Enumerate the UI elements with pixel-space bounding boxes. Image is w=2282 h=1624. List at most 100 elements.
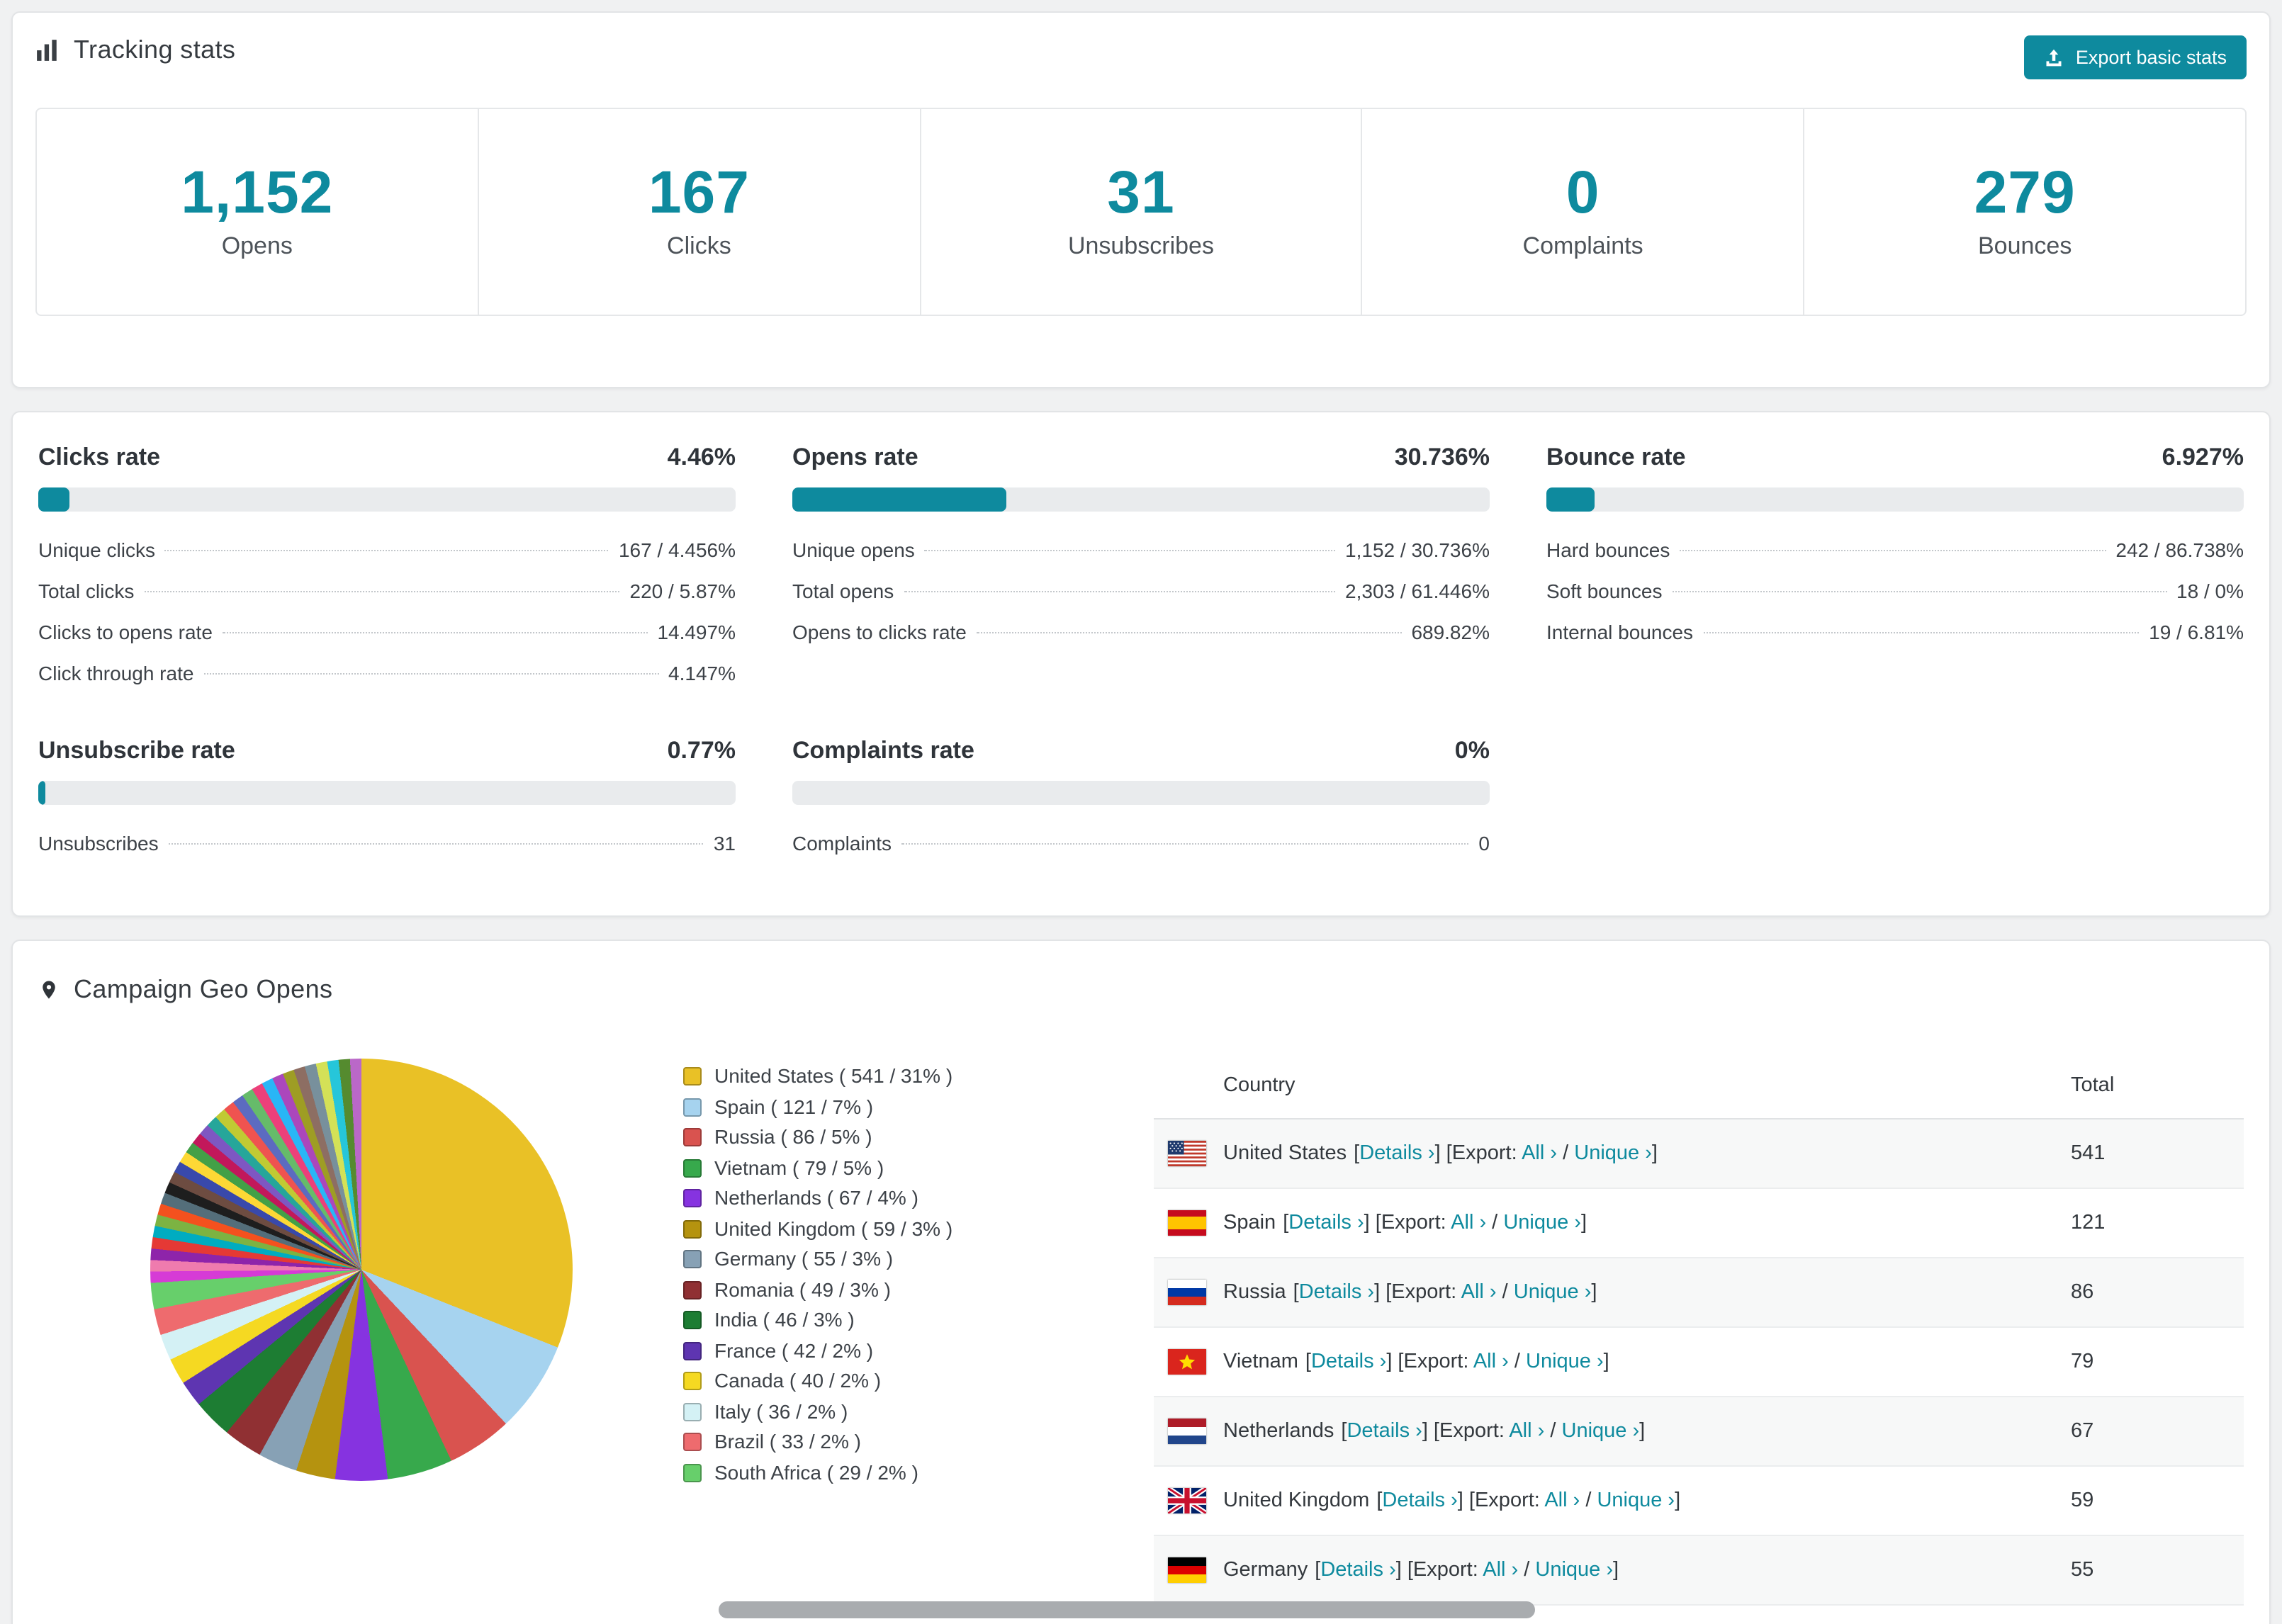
metric-label: Click through rate [38,662,194,684]
export-button-label: Export basic stats [2075,47,2227,68]
metric-value: 4.147% [668,662,736,684]
stat-value: 1,152 [181,159,334,225]
metric-value: 18 / 0% [2176,580,2244,602]
metric-row-total-opens: Total opens 2,303 / 61.446% [792,571,1490,612]
rate-title: Clicks rate [38,444,160,470]
metric-row-complaints: Complaints 0 [792,823,1490,864]
country-total: 79 [2057,1327,2244,1397]
stat-value: 31 [1107,159,1175,225]
dotted-leader [164,550,609,551]
export-all-link[interactable]: All › [1451,1212,1486,1234]
geo-opens-card: Campaign Geo Opens United States ( 541 /… [11,940,2271,1624]
rate-panel-clicks-rate: Clicks rate 4.46% Unique clicks 167 / 4.456… [38,444,736,694]
stat-value: 0 [1566,159,1600,225]
legend-label: France ( 42 / 2% ) [714,1338,874,1361]
export-unique-link[interactable]: Unique › [1514,1281,1592,1304]
geo-table-row-netherlands: Netherlands [Details ›] [Export: All › / … [1154,1397,2244,1467]
details-link[interactable]: Details › [1382,1489,1457,1512]
export-all-link[interactable]: All › [1522,1142,1557,1165]
export-unique-link[interactable]: Unique › [1526,1350,1604,1373]
export-all-link[interactable]: All › [1473,1350,1509,1373]
geo-table: Country Total United States [Details ›] [… [1154,1053,2244,1606]
export-unique-link[interactable]: Unique › [1597,1489,1675,1512]
legend-item-united-states: United States ( 541 / 31% ) [683,1061,1154,1092]
export-unique-link[interactable]: Unique › [1562,1420,1640,1443]
country-column-header: Country [1154,1053,2057,1120]
horizontal-scrollbar-thumb[interactable] [719,1601,1535,1618]
dotted-leader [1672,591,2167,592]
geo-table-row-united-states: United States [Details ›] [Export: All › … [1154,1119,2244,1189]
export-label: Export: [1403,1350,1473,1373]
progress-bar [38,487,736,512]
metric-label: Soft bounces [1546,580,1663,602]
stat-box-unsubscribes: 31 Unsubscribes [921,109,1363,315]
geo-pie-chart [150,1059,572,1481]
export-unique-link[interactable]: Unique › [1503,1212,1581,1234]
dotted-leader [1703,632,2140,633]
map-pin-icon [38,976,60,1003]
rate-value: 6.927% [2162,444,2244,470]
stat-box-bounces: 279 Bounces [1804,109,2245,315]
metric-label: Clicks to opens rate [38,621,213,643]
metric-value: 1,152 / 30.736% [1345,538,1490,561]
country-links: [Details ›] [Export: All › / Unique ›] [1341,1420,1646,1443]
details-link[interactable]: Details › [1320,1559,1395,1581]
flag-gb-icon [1168,1488,1206,1513]
export-unique-link[interactable]: Unique › [1574,1142,1652,1165]
metric-value: 689.82% [1411,621,1490,643]
details-link[interactable]: Details › [1311,1350,1386,1373]
geo-table-header-row: Country Total [1154,1053,2244,1120]
rate-title: Complaints rate [792,737,974,764]
country-name: Germany [1223,1559,1308,1581]
legend-item-united-kingdom: United Kingdom ( 59 / 3% ) [683,1214,1154,1244]
export-basic-stats-button[interactable]: Export basic stats [2024,35,2247,79]
country-total: 121 [2057,1188,2244,1258]
details-link[interactable]: Details › [1288,1212,1364,1234]
stat-label: Unsubscribes [1067,232,1214,259]
legend-item-italy: Italy ( 36 / 2% ) [683,1397,1154,1427]
rate-title: Unsubscribe rate [38,737,235,764]
legend-swatch [683,1433,702,1452]
geo-table-wrap: Country Total United States [Details ›] [… [1154,1053,2244,1606]
geo-table-row-vietnam: Vietnam [Details ›] [Export: All › / Uniq… [1154,1327,2244,1397]
legend-label: Italy ( 36 / 2% ) [714,1399,848,1422]
legend-swatch [683,1311,702,1330]
progress-fill [792,487,1007,512]
metric-row-click-through-rate: Click through rate 4.147% [38,653,736,694]
flag-ru-icon [1168,1280,1206,1305]
metric-label: Unsubscribes [38,832,159,855]
legend-label: United States ( 541 / 31% ) [714,1064,953,1087]
export-label: Export: [1391,1281,1461,1304]
country-links: [Details ›] [Export: All › / Unique ›] [1354,1142,1658,1165]
export-all-link[interactable]: All › [1461,1281,1497,1304]
details-link[interactable]: Details › [1359,1142,1434,1165]
country-total: 67 [2057,1397,2244,1467]
export-label: Export: [1412,1559,1483,1581]
legend-item-vietnam: Vietnam ( 79 / 5% ) [683,1153,1154,1183]
export-all-link[interactable]: All › [1483,1559,1518,1581]
details-link[interactable]: Details › [1299,1281,1374,1304]
country-name: Vietnam [1223,1350,1298,1373]
tracking-stats-card: Tracking stats Export basic stats 1,152 O… [11,11,2271,388]
export-all-link[interactable]: All › [1509,1420,1544,1443]
export-unique-link[interactable]: Unique › [1535,1559,1613,1581]
rates-card: Clicks rate 4.46% Unique clicks 167 / 4.456… [11,411,2271,917]
page: Tracking stats Export basic stats 1,152 O… [0,0,2282,1624]
export-all-link[interactable]: All › [1544,1489,1580,1512]
dashboard-viewport: Tracking stats Export basic stats 1,152 O… [0,0,2282,1624]
legend-label: Vietnam ( 79 / 5% ) [714,1156,884,1178]
legend-item-france: France ( 42 / 2% ) [683,1336,1154,1366]
dotted-leader [168,843,704,845]
metric-row-unique-opens: Unique opens 1,152 / 30.736% [792,530,1490,571]
metric-label: Opens to clicks rate [792,621,967,643]
details-link[interactable]: Details › [1347,1420,1422,1443]
legend-swatch [683,1067,702,1086]
flag-de-icon [1168,1557,1206,1583]
legend-label: Netherlands ( 67 / 4% ) [714,1186,918,1209]
stat-label: Complaints [1522,232,1643,259]
geo-table-row-spain: Spain [Details ›] [Export: All › / Unique… [1154,1188,2244,1258]
legend-swatch [683,1372,702,1391]
country-name: United Kingdom [1223,1489,1370,1512]
pie-legend: United States ( 541 / 31% ) Spain ( 121 /… [683,1061,1154,1488]
legend-label: Russia ( 86 / 5% ) [714,1125,872,1148]
